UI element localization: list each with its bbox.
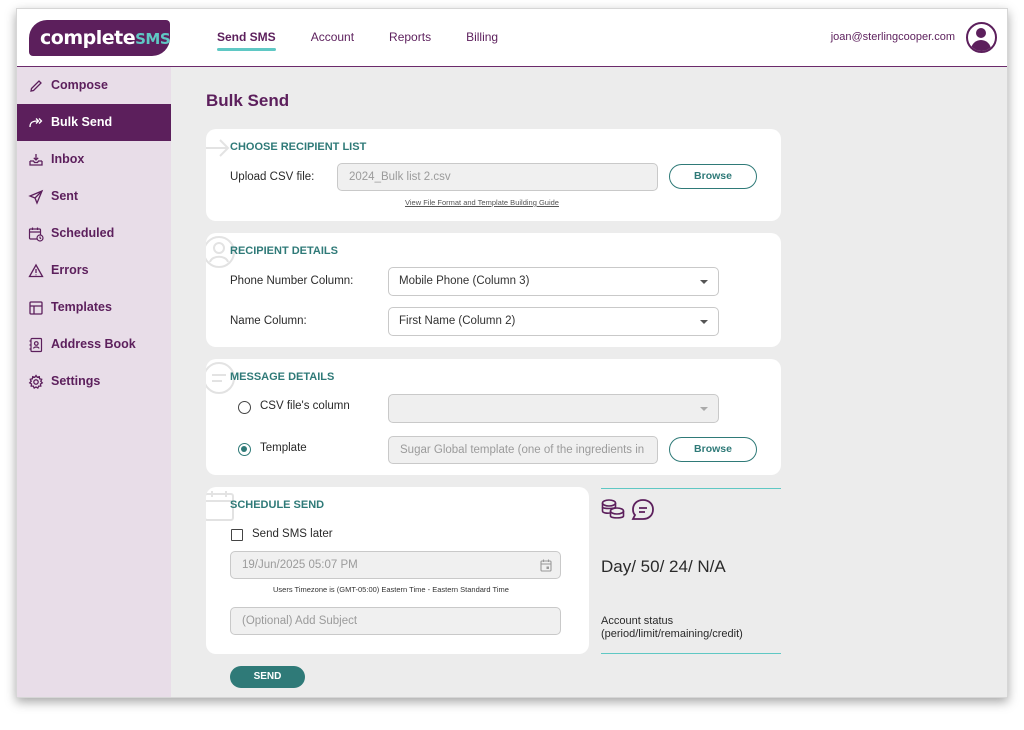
message-icon: [631, 499, 654, 520]
brand-logo[interactable]: completeSMS: [29, 20, 171, 56]
pencil-icon: [28, 78, 44, 94]
contacts-icon: [28, 337, 44, 353]
paper-plane-icon: [28, 189, 44, 205]
sidebar-item-inbox[interactable]: Inbox: [17, 141, 171, 178]
timezone-note: Users Timezone is (GMT-05:00) Eastern Ti…: [273, 585, 509, 594]
send-later-label: Send SMS later: [252, 528, 333, 540]
sidebar-item-scheduled[interactable]: Scheduled: [17, 215, 171, 252]
csv-column-radio[interactable]: [238, 401, 251, 414]
sidebar-item-label: Compose: [51, 78, 108, 92]
nav-billing[interactable]: Billing: [466, 9, 498, 67]
sidebar-item-templates[interactable]: Templates: [17, 289, 171, 326]
recipient-list-card: CHOOSE RECIPIENT LIST Upload CSV file: 2…: [206, 129, 781, 221]
user-circle-icon[interactable]: [966, 22, 997, 53]
section-title: SCHEDULE SEND: [230, 499, 325, 511]
sidebar-item-bulk-send[interactable]: Bulk Send: [17, 104, 171, 141]
send-button[interactable]: SEND: [230, 666, 305, 688]
sidebar-item-errors[interactable]: Errors: [17, 252, 171, 289]
user-email[interactable]: joan@sterlingcooper.com: [831, 31, 955, 43]
sidebar-item-address-book[interactable]: Address Book: [17, 326, 171, 363]
chevron-down-icon: [700, 407, 708, 411]
section-title: MESSAGE DETAILS: [230, 371, 335, 383]
browse-template-button[interactable]: Browse: [669, 437, 757, 462]
calendar-icon[interactable]: [540, 559, 552, 572]
sidebar-item-label: Bulk Send: [51, 115, 113, 129]
nav-send-sms[interactable]: Send SMS: [217, 9, 276, 67]
csv-file-field[interactable]: 2024_Bulk list 2.csv: [337, 163, 658, 191]
warning-icon: [28, 263, 44, 279]
page-title: Bulk Send: [206, 91, 290, 110]
sidebar-item-compose[interactable]: Compose: [17, 67, 171, 104]
csv-column-select[interactable]: [388, 394, 719, 423]
template-label: Template: [260, 442, 307, 454]
section-title: CHOOSE RECIPIENT LIST: [230, 141, 367, 153]
name-column-label: Name Column:: [230, 315, 307, 327]
sidebar-item-label: Errors: [51, 263, 89, 277]
sidebar: Compose Bulk Send Inbox Sent Scheduled E…: [17, 67, 171, 697]
top-nav: Send SMS Account Reports Billing: [217, 9, 533, 67]
sidebar-item-label: Inbox: [51, 152, 85, 166]
phone-column-label: Phone Number Column:: [230, 275, 354, 287]
subject-field[interactable]: (Optional) Add Subject: [230, 607, 561, 635]
coins-icon: [601, 499, 625, 519]
sidebar-item-label: Address Book: [51, 337, 136, 351]
sidebar-item-label: Scheduled: [51, 226, 115, 240]
app-window: completeSMS Send SMS Account Reports Bil…: [16, 8, 1008, 698]
chevron-down-icon: [700, 280, 708, 284]
forward-arrow-icon: [28, 115, 44, 131]
template-field[interactable]: Sugar Global template (one of the ingred…: [388, 436, 658, 464]
csv-column-label: CSV file's column: [260, 400, 350, 412]
nav-account[interactable]: Account: [311, 9, 354, 67]
sidebar-item-label: Settings: [51, 374, 101, 388]
calendar-clock-icon: [28, 226, 44, 242]
schedule-datetime-field[interactable]: 19/Jun/2025 05:07 PM: [230, 551, 561, 579]
format-guide-link[interactable]: View File Format and Template Building G…: [405, 198, 559, 207]
sidebar-item-sent[interactable]: Sent: [17, 178, 171, 215]
template-radio[interactable]: [238, 443, 251, 456]
nav-reports[interactable]: Reports: [389, 9, 431, 67]
browse-csv-button[interactable]: Browse: [669, 164, 757, 189]
message-details-card: MESSAGE DETAILS CSV file's column Templa…: [206, 359, 781, 475]
top-bar: completeSMS Send SMS Account Reports Bil…: [17, 9, 1007, 67]
section-title: RECIPIENT DETAILS: [230, 245, 338, 257]
layout-icon: [28, 300, 44, 316]
sidebar-item-label: Templates: [51, 300, 112, 314]
sidebar-item-label: Sent: [51, 189, 79, 203]
upload-csv-label: Upload CSV file:: [230, 171, 315, 183]
recipient-details-card: RECIPIENT DETAILS Phone Number Column: M…: [206, 233, 781, 347]
name-column-select[interactable]: First Name (Column 2): [388, 307, 719, 336]
gear-icon: [28, 374, 44, 390]
schedule-card: SCHEDULE SEND Send SMS later 19/Jun/2025…: [206, 487, 589, 654]
account-status-value: Day/ 50/ 24/ N/A: [601, 557, 726, 576]
phone-column-select[interactable]: Mobile Phone (Column 3): [388, 267, 719, 296]
account-status-label: Account status (period/limit/remaining/c…: [601, 615, 743, 640]
sidebar-item-settings[interactable]: Settings: [17, 363, 171, 400]
chevron-down-icon: [700, 320, 708, 324]
send-later-checkbox[interactable]: [231, 529, 243, 541]
account-status-panel: Day/ 50/ 24/ N/A Account status (period/…: [601, 488, 781, 654]
inbox-icon: [28, 152, 44, 168]
